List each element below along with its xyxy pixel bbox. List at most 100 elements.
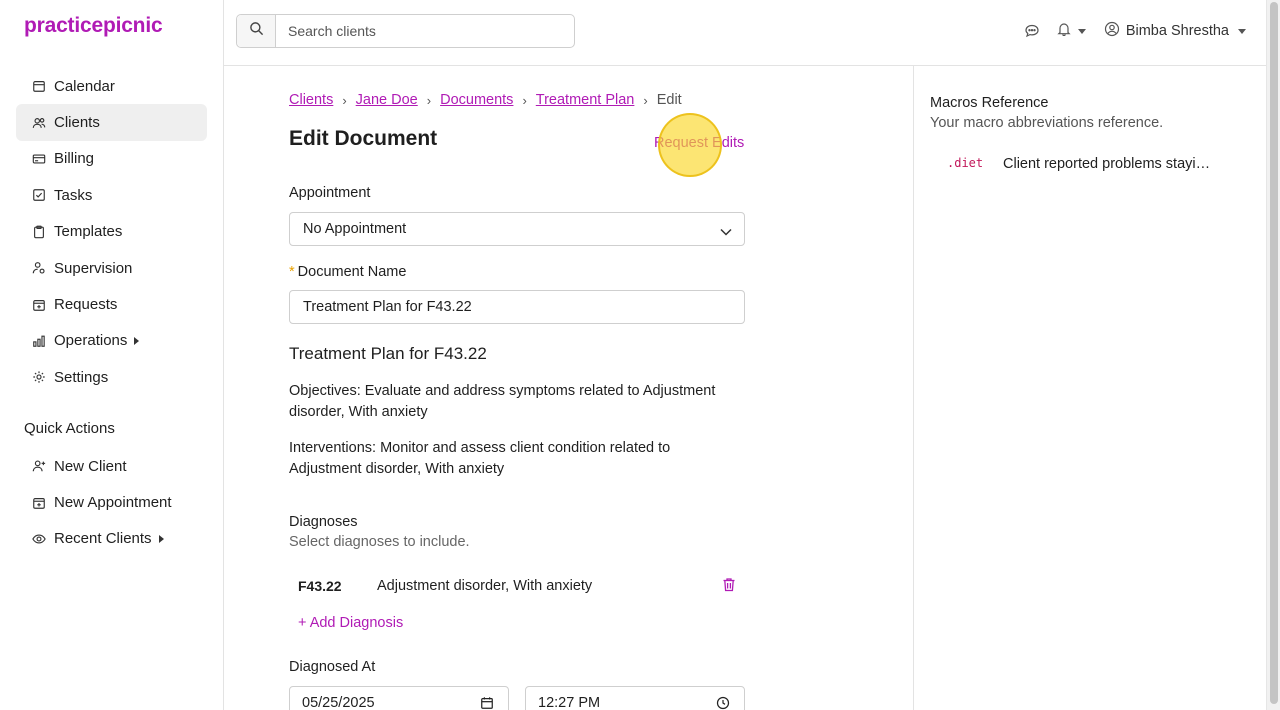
diagnosed-time-input[interactable]: 12:27 PM [525,686,745,710]
calendar-plus-icon [32,496,46,510]
user-name: Bimba Shrestha [1125,23,1229,39]
calendar-plus-icon [32,298,46,312]
appointment-label: Appointment [289,185,371,201]
quick-actions-heading: Quick Actions [24,420,115,437]
users-icon [32,116,46,130]
diagnosed-time-value: 12:27 PM [538,695,601,710]
breadcrumb-link-client[interactable]: Jane Doe [356,92,418,108]
notifications-dropdown[interactable] [1056,21,1086,42]
chevron-down-icon [1077,28,1086,34]
diagnoses-label: Diagnoses [289,514,358,530]
chevron-right-icon: › [643,92,648,108]
sidebar-item-label: Calendar [54,77,115,95]
chevron-right-icon: › [426,92,432,108]
person-gear-icon [32,261,46,275]
document-heading: Treatment Plan for F43.22 [289,344,487,363]
sidebar: practicepicnic Calendar Clients Billing … [0,0,224,710]
gear-icon [32,370,46,384]
sidebar-item-settings[interactable]: Settings [16,359,207,395]
quick-action-label: New Appointment [54,494,172,512]
sidebar-item-clients[interactable]: Clients [16,104,207,141]
sidebar-item-label: Templates [54,223,123,241]
trash-icon[interactable] [722,577,736,597]
top-header: Bimba Shrestha [224,0,1266,66]
chat-icon[interactable] [1024,23,1040,39]
caret-right-icon [158,534,164,543]
appointment-value: No Appointment [303,221,407,237]
main-content: Clients › Jane Doe › Documents › Treatme… [224,66,913,710]
quick-action-label: Recent Clients [54,530,152,548]
page-title: Edit Document [289,127,438,150]
search-icon [249,21,264,41]
document-name-label: * Document Name [289,264,406,280]
sidebar-item-label: Settings [54,368,109,386]
bar-chart-icon [32,334,46,348]
diagnosed-at-label: Diagnosed At [289,659,376,675]
macros-panel: Macros Reference Your macro abbreviation… [913,66,1266,710]
calendar-icon [32,79,46,93]
clipboard-icon [32,225,46,239]
sidebar-item-calendar[interactable]: Calendar [16,68,207,104]
diagnosis-row: F43.22 Adjustment disorder, With anxiety [289,576,745,598]
header-actions: Bimba Shrestha [1010,20,1246,42]
diagnosis-description: Adjustment disorder, With anxiety [377,578,593,594]
diagnosed-date-value: 05/25/2025 [302,695,375,710]
appointment-select[interactable]: No Appointment [289,212,745,246]
breadcrumb-link-documents[interactable]: Documents [440,92,513,108]
quick-action-label: New Client [54,457,127,475]
sidebar-item-tasks[interactable]: Tasks [16,177,207,213]
diagnoses-hint: Select diagnoses to include. [289,534,470,550]
sidebar-item-operations[interactable]: Operations [16,323,207,359]
diagnosis-code: F43.22 [298,578,342,594]
app-logo[interactable]: practicepicnic [24,14,163,38]
credit-card-icon [32,152,46,166]
sidebar-item-supervision[interactable]: Supervision [16,250,207,286]
quick-action-new-client[interactable]: New Client [16,448,207,484]
sidebar-item-billing[interactable]: Billing [16,141,207,177]
sidebar-item-label: Supervision [54,259,133,277]
breadcrumb: Clients › Jane Doe › Documents › Treatme… [289,92,682,108]
clock-icon[interactable] [716,696,730,710]
macros-subtitle: Your macro abbreviations reference. [930,115,1164,131]
person-plus-icon [32,459,46,473]
sidebar-item-templates[interactable]: Templates [16,214,207,250]
macro-key: .diet [947,156,984,170]
breadcrumb-link-clients[interactable]: Clients [289,92,333,108]
chevron-right-icon: › [522,92,527,108]
calendar-icon[interactable] [480,696,494,710]
required-marker: * [289,264,295,280]
breadcrumb-link-document[interactable]: Treatment Plan [536,92,635,108]
search-input[interactable] [276,15,574,47]
diagnosed-date-input[interactable]: 05/25/2025 [289,686,509,710]
sidebar-item-label: Billing [54,150,95,168]
scrollbar-thumb[interactable] [1270,2,1278,704]
quick-action-recent-clients[interactable]: Recent Clients [16,521,207,557]
chevron-down-icon [1238,28,1246,34]
main-nav: Calendar Clients Billing Tasks Templates… [16,68,207,396]
sidebar-item-requests[interactable]: Requests [16,286,207,322]
user-avatar-icon [1104,21,1120,42]
click-highlight [658,113,722,177]
breadcrumb-current: Edit [656,92,682,108]
checkbox-icon [32,188,46,202]
macro-expansion: Client reported problems stayi… [1003,156,1211,172]
search-button[interactable] [237,15,276,47]
add-diagnosis-button[interactable]: + Add Diagnosis [298,615,403,631]
interventions-text[interactable]: Interventions: Monitor and assess client… [289,438,745,480]
sidebar-item-label: Tasks [54,186,93,204]
caret-right-icon [134,336,140,345]
sidebar-item-label: Requests [54,296,118,314]
search-bar [236,14,575,48]
document-name-input[interactable] [289,290,745,324]
macros-title: Macros Reference [930,95,1049,111]
quick-actions: New Client New Appointment Recent Client… [16,448,207,557]
chevron-down-icon [720,224,732,240]
user-menu[interactable]: Bimba Shrestha [1104,21,1246,42]
document-name-label-text: Document Name [297,264,407,280]
sidebar-item-label: Clients [54,114,100,132]
quick-action-new-appointment[interactable]: New Appointment [16,484,207,520]
page-scrollbar[interactable] [1266,0,1280,710]
objectives-text[interactable]: Objectives: Evaluate and address symptom… [289,381,745,423]
chevron-right-icon: › [342,92,347,108]
sidebar-item-label: Operations [54,332,128,350]
